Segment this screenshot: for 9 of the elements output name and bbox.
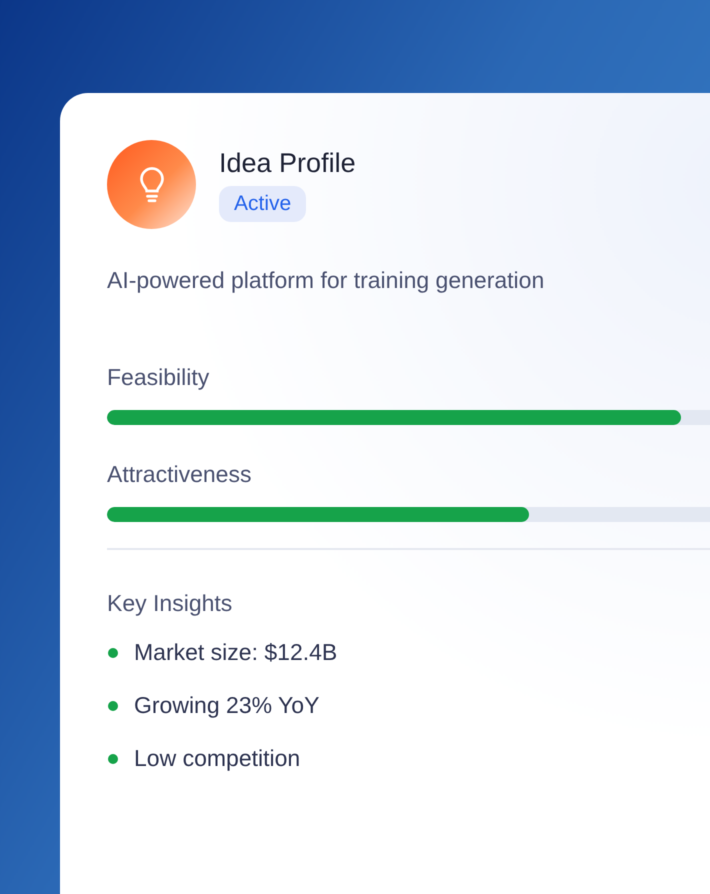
insights-heading: Key Insights <box>107 588 234 618</box>
insight-text: Market size: $12.4B <box>134 638 338 667</box>
metric-label: Attractiveness <box>107 460 252 488</box>
status-badge: Active <box>219 186 306 222</box>
profile-description: AI-powered platform for training generation <box>107 266 546 295</box>
insight-text: Low competition <box>134 744 300 773</box>
insight-text: Growing 23% YoY <box>134 691 320 720</box>
profile-title: Idea Profile <box>219 147 356 180</box>
metric-label: Feasibility <box>107 362 210 392</box>
